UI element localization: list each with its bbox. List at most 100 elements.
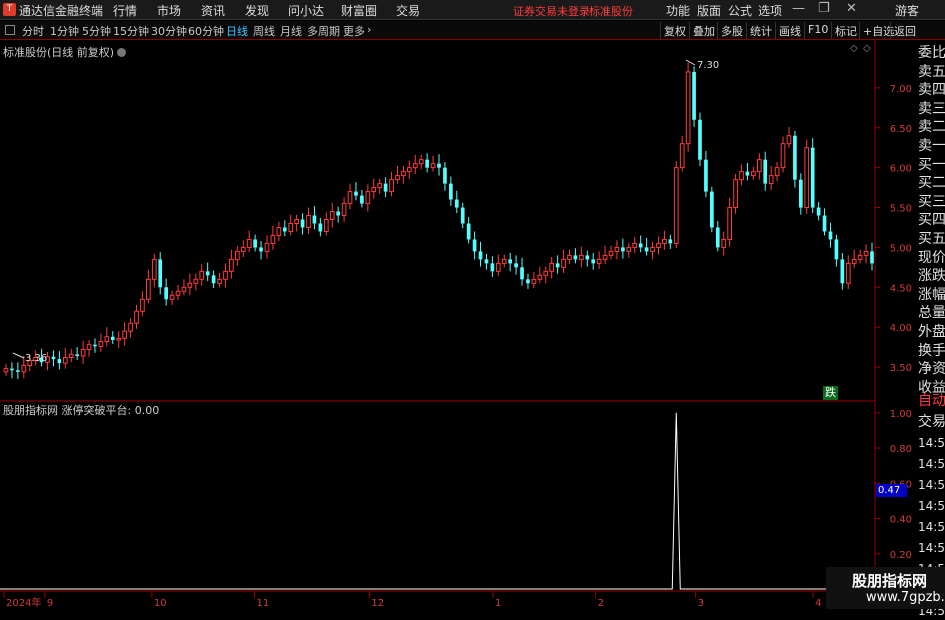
candle-body bbox=[857, 254, 863, 260]
indicator-current-value: 0.47 bbox=[876, 484, 907, 497]
quote-field-label: 卖二 bbox=[918, 119, 945, 136]
candle-body bbox=[418, 159, 424, 165]
indicator-title[interactable]: 股朋指标网 涨停突破平台: 0.00 bbox=[3, 404, 159, 417]
title-bar: T 通达信金融终端 行情 市场 资讯 发现 问小达 财富圈 交易 证券交易未登录… bbox=[0, 0, 945, 20]
candle-body bbox=[240, 246, 246, 252]
overlay-button[interactable]: 叠加 bbox=[689, 22, 718, 39]
period-tab-multi[interactable]: 多周期 bbox=[307, 23, 340, 39]
menu-formula[interactable]: 公式 bbox=[728, 2, 752, 19]
time-tick-label: 2024年 bbox=[6, 596, 41, 609]
candle-body bbox=[128, 322, 133, 332]
quote-field-label: 14:56 bbox=[918, 478, 945, 492]
candle-body bbox=[614, 246, 620, 252]
quote-field-label: 涨幅 bbox=[918, 286, 945, 303]
candle-body bbox=[768, 175, 774, 185]
f10-button[interactable]: F10 bbox=[804, 22, 831, 39]
quote-field-label: 自动 bbox=[918, 393, 945, 409]
candle-body bbox=[727, 207, 732, 240]
draw-line-button[interactable]: 画线 bbox=[775, 22, 804, 39]
menu-function[interactable]: 功能 bbox=[666, 2, 690, 19]
period-tab-daily[interactable]: 日线 bbox=[226, 23, 248, 39]
period-tab-monthly[interactable]: 月线 bbox=[280, 23, 302, 39]
candle-body bbox=[739, 171, 744, 181]
candle-body bbox=[68, 353, 74, 359]
candle-body bbox=[62, 357, 68, 364]
indicator-series bbox=[0, 412, 875, 590]
candle-body bbox=[336, 211, 341, 216]
candle-body bbox=[591, 259, 596, 264]
candle-body bbox=[229, 258, 234, 272]
panel-toggle-icon[interactable] bbox=[5, 25, 15, 35]
candle-body bbox=[602, 254, 608, 260]
minimize-icon[interactable]: — bbox=[792, 1, 805, 16]
period-tab-more[interactable]: 更多 bbox=[343, 23, 365, 39]
quote-field-label: 卖五 bbox=[918, 63, 945, 80]
candle-body bbox=[531, 278, 537, 284]
login-status[interactable]: 证券交易未登录 bbox=[513, 3, 590, 19]
diamond-icon[interactable]: ◇ bbox=[850, 43, 858, 54]
period-tab-30min[interactable]: 30分钟 bbox=[151, 23, 187, 39]
candle-body bbox=[169, 294, 175, 300]
app-logo-icon: T bbox=[3, 3, 16, 16]
candle-body bbox=[692, 71, 696, 120]
settings-icon[interactable] bbox=[117, 48, 127, 57]
period-tab-60min[interactable]: 60分钟 bbox=[188, 23, 224, 39]
time-tick-label: 4 bbox=[815, 598, 821, 609]
candle-body bbox=[679, 143, 685, 169]
candle-body bbox=[193, 278, 199, 284]
chevron-right-icon[interactable]: › bbox=[367, 23, 371, 36]
watermark-url: www.7gpzb.com bbox=[866, 590, 945, 605]
candle-body bbox=[840, 259, 845, 284]
multi-stock-button[interactable]: 多股 bbox=[717, 22, 746, 39]
close-icon[interactable]: ✕ bbox=[846, 1, 857, 16]
menu-news[interactable]: 资讯 bbox=[201, 2, 225, 19]
quote-field-label: 买四 bbox=[918, 212, 945, 229]
max-price-label: 7.30 bbox=[697, 60, 719, 71]
adjust-button[interactable]: 复权 bbox=[660, 22, 689, 39]
menu-layout[interactable]: 版面 bbox=[697, 2, 721, 19]
candle-body bbox=[704, 159, 708, 192]
candle-body bbox=[745, 171, 750, 176]
quote-field-label: 现价 bbox=[918, 249, 945, 266]
quote-field-label: 买三 bbox=[918, 193, 945, 210]
period-toolbar: 分时 1分钟 5分钟 15分钟 30分钟 60分钟 日线 周线 月线 多周期 更… bbox=[0, 21, 945, 40]
price-tick-label: 5.50 bbox=[890, 204, 912, 215]
diamond-icon-2[interactable]: ◇ bbox=[863, 43, 871, 54]
statistics-button[interactable]: 统计 bbox=[746, 22, 775, 39]
period-tab-15min[interactable]: 15分钟 bbox=[113, 23, 149, 39]
period-tab-5min[interactable]: 5分钟 bbox=[82, 23, 111, 39]
restore-icon[interactable]: ❐ bbox=[818, 1, 830, 16]
quote-field-label: 总量 bbox=[918, 305, 945, 322]
indicator-tick-label: 1.00 bbox=[890, 409, 912, 420]
menu-discover[interactable]: 发现 bbox=[245, 2, 269, 19]
price-tick-label: 4.00 bbox=[890, 323, 912, 334]
price-tick-label: 3.50 bbox=[890, 363, 912, 374]
candle-body bbox=[246, 238, 252, 248]
candle-body bbox=[561, 258, 566, 268]
indicator-tick-label: 0.40 bbox=[890, 515, 912, 526]
back-button[interactable]: 返回 bbox=[890, 22, 919, 39]
candle-body bbox=[710, 191, 714, 228]
candle-body bbox=[673, 167, 679, 244]
candle-body bbox=[80, 349, 86, 357]
candle-body bbox=[845, 262, 851, 284]
candle-body bbox=[698, 119, 702, 160]
menu-wealth-circle[interactable]: 财富圈 bbox=[341, 2, 377, 19]
candle-body bbox=[774, 167, 780, 177]
candle-body bbox=[585, 255, 590, 260]
menu-market-overview[interactable]: 市场 bbox=[157, 2, 181, 19]
menu-trade[interactable]: 交易 bbox=[396, 2, 420, 19]
mark-button[interactable]: 标记 bbox=[831, 22, 860, 39]
user-label[interactable]: 游客 bbox=[895, 2, 919, 19]
menu-options[interactable]: 选项 bbox=[758, 2, 782, 19]
candle-body bbox=[57, 359, 62, 364]
chart-canvas[interactable]: 3.50 4.00 4.50 5.00 5.50 6.00 6.50 7.00 0.20 0.4… bbox=[0, 40, 945, 609]
quote-field-label: 涨跌 bbox=[918, 268, 945, 285]
period-tab-weekly[interactable]: 周线 bbox=[253, 23, 275, 39]
candle-body bbox=[543, 270, 549, 276]
menu-xiaoda[interactable]: 问小达 bbox=[288, 2, 324, 19]
quote-field-label: 买一 bbox=[918, 156, 945, 173]
period-tab-1min[interactable]: 1分钟 bbox=[50, 23, 79, 39]
menu-market[interactable]: 行情 bbox=[113, 2, 137, 19]
period-tab-timeshare[interactable]: 分时 bbox=[22, 23, 44, 39]
